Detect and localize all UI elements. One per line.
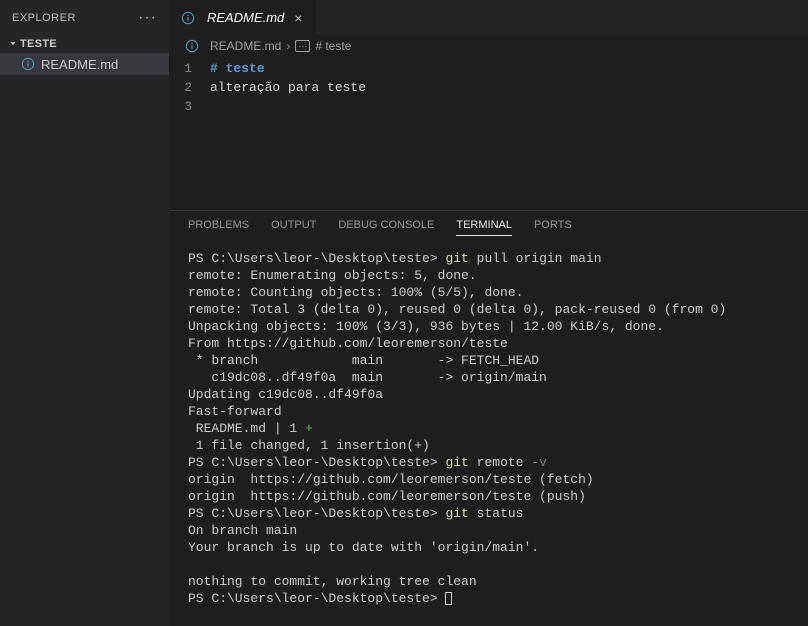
breadcrumb-section: # teste	[315, 39, 351, 53]
terminal-cursor	[445, 592, 452, 605]
panel-tab-bar: PROBLEMS OUTPUT DEBUG CONSOLE TERMINAL P…	[170, 211, 808, 242]
tab-output[interactable]: OUTPUT	[271, 219, 316, 236]
chevron-down-icon	[6, 39, 20, 49]
file-name: README.md	[41, 57, 118, 72]
tab-label: README.md	[207, 10, 284, 25]
breadcrumb[interactable]: README.md › ⋯ # teste	[170, 35, 808, 57]
line-number: 2	[170, 78, 192, 97]
explorer-sidebar: EXPLORER ··· TESTE README.md	[0, 0, 170, 626]
main-area: README.md × README.md › ⋯ # teste 1 2 3 …	[170, 0, 808, 626]
terminal-output[interactable]: PS C:\Users\leor-\Desktop\teste> git pul…	[170, 242, 808, 626]
tab-debug-console[interactable]: DEBUG CONSOLE	[338, 219, 434, 236]
line-gutter: 1 2 3	[170, 59, 210, 210]
explorer-title: EXPLORER	[12, 12, 76, 24]
close-icon[interactable]: ×	[290, 10, 306, 26]
tab-terminal[interactable]: TERMINAL	[456, 219, 512, 236]
code-line: # teste	[210, 59, 808, 78]
chevron-right-icon: ›	[286, 39, 290, 53]
tab-problems[interactable]: PROBLEMS	[188, 219, 249, 236]
tab-ports[interactable]: PORTS	[534, 219, 572, 236]
breadcrumb-file: README.md	[210, 39, 281, 53]
code-area[interactable]: # teste alteração para teste	[210, 59, 808, 210]
folder-row[interactable]: TESTE	[0, 35, 169, 53]
line-number: 3	[170, 97, 192, 116]
file-row-readme[interactable]: README.md	[0, 53, 169, 75]
tab-bar: README.md ×	[170, 0, 808, 35]
more-actions-icon[interactable]: ···	[138, 9, 157, 27]
line-number: 1	[170, 59, 192, 78]
tab-readme[interactable]: README.md ×	[170, 0, 316, 35]
editor[interactable]: 1 2 3 # teste alteração para teste	[170, 57, 808, 210]
folder-name: TESTE	[20, 38, 57, 50]
bottom-panel: PROBLEMS OUTPUT DEBUG CONSOLE TERMINAL P…	[170, 210, 808, 626]
code-line	[210, 97, 808, 116]
info-icon	[180, 10, 196, 26]
explorer-header: EXPLORER ···	[0, 0, 169, 35]
info-icon	[20, 56, 36, 72]
heading-icon: ⋯	[295, 40, 310, 52]
info-icon	[184, 38, 200, 54]
code-line: alteração para teste	[210, 78, 808, 97]
